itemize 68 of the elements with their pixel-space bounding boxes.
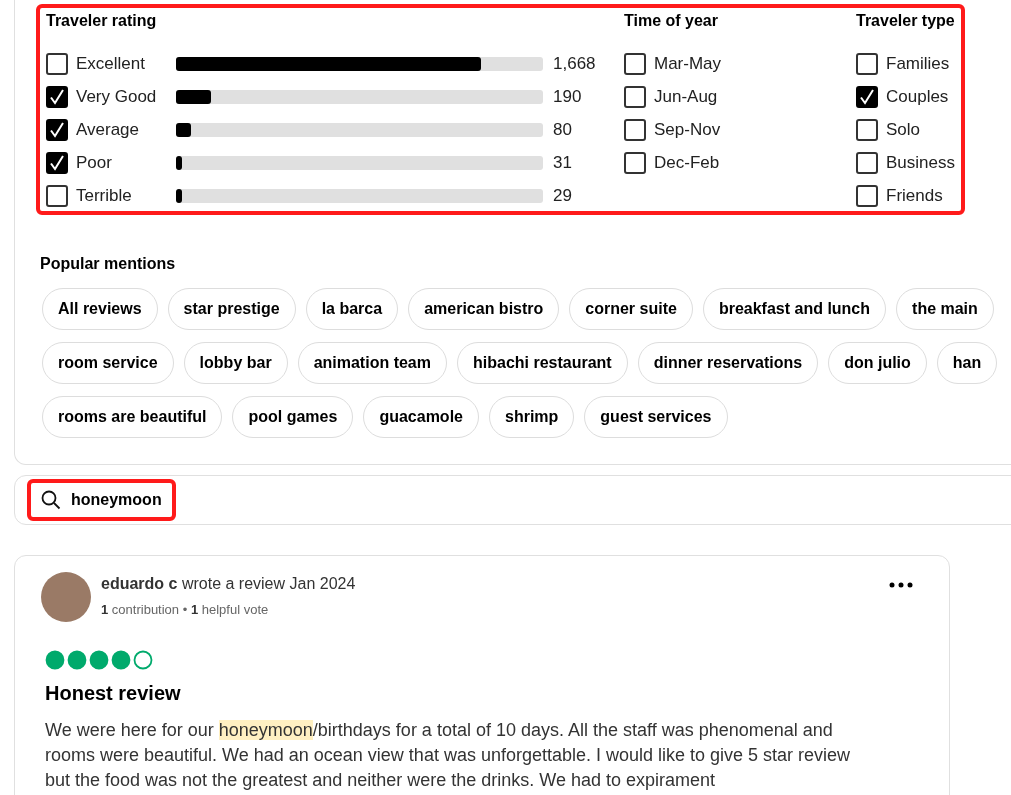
mention-chip[interactable]: All reviews xyxy=(42,288,158,330)
mention-chip[interactable]: the main xyxy=(896,288,994,330)
mention-chip[interactable]: han xyxy=(936,342,998,384)
checkbox[interactable] xyxy=(46,151,68,174)
filter-label: Families xyxy=(886,52,950,75)
checkbox[interactable] xyxy=(46,184,68,207)
mention-chip[interactable]: pool games xyxy=(232,396,354,438)
checkbox[interactable] xyxy=(624,151,646,174)
checkbox[interactable] xyxy=(624,85,646,108)
review-text: We were here for our honeymoon/birthdays for a total of 10 days. All the staff was phenomenal and rooms were beautiful. We had an ocean view that was unforgettable. I would like to give 5 star review but the food was not the greatest and neither were the drinks. We had to expirament xyxy=(45,719,852,792)
checkbox[interactable] xyxy=(856,85,878,108)
filter-label: Excellent xyxy=(76,52,145,75)
mention-chip[interactable]: lobby bar xyxy=(183,342,288,384)
checkbox[interactable] xyxy=(856,118,878,141)
filter-label: Dec-Feb xyxy=(654,151,720,174)
filter-label: Very Good xyxy=(76,85,157,108)
checkbox[interactable] xyxy=(46,85,68,108)
checkmark-icon xyxy=(49,121,65,138)
mention-chip[interactable]: breakfast and lunch xyxy=(702,288,887,330)
mention-chip[interactable]: hibachi restaurant xyxy=(457,342,628,384)
mention-chip[interactable]: shrimp xyxy=(489,396,575,438)
mention-chip[interactable]: guest services xyxy=(584,396,728,438)
mention-chip[interactable]: la barca xyxy=(305,288,399,330)
rating-count: 190 xyxy=(553,85,582,108)
checkmark-icon xyxy=(49,88,65,105)
filter-label: Solo xyxy=(886,118,921,141)
reviewer-stats: 1 contribution • 1 helpful vote xyxy=(101,601,270,619)
mention-chip[interactable]: room service xyxy=(42,342,174,384)
review-title: Honest review xyxy=(45,681,182,706)
mention-chip[interactable]: american bistro xyxy=(408,288,560,330)
checkbox[interactable] xyxy=(624,118,646,141)
rating-count: 1,668 xyxy=(553,52,596,75)
rating-count: 29 xyxy=(553,184,572,207)
mention-chip[interactable]: corner suite xyxy=(569,288,693,330)
checkmark-icon xyxy=(49,154,65,171)
filter-label: Couples xyxy=(886,85,949,108)
checkmark-icon xyxy=(859,88,875,105)
rating-count: 31 xyxy=(553,151,572,174)
mention-chip[interactable]: animation team xyxy=(297,342,447,384)
checkbox[interactable] xyxy=(46,52,68,75)
filter-label: Mar-May xyxy=(654,52,722,75)
checkbox[interactable] xyxy=(856,52,878,75)
filter-label: Sep-Nov xyxy=(654,118,721,141)
filter-label: Terrible xyxy=(76,184,132,207)
filter-label: Friends xyxy=(886,184,943,207)
search-field[interactable]: honeymoon xyxy=(27,479,176,521)
mention-chip[interactable]: guacamole xyxy=(363,396,479,438)
mention-chip[interactable]: dinner reservations xyxy=(637,342,819,384)
search-icon xyxy=(41,490,61,510)
checkbox[interactable] xyxy=(624,52,646,75)
checkbox[interactable] xyxy=(46,118,68,141)
filter-label: Jun-Aug xyxy=(654,85,718,108)
section-title: Traveler rating xyxy=(46,11,158,31)
filter-label: Average xyxy=(76,118,139,141)
filter-label: Business xyxy=(886,151,955,174)
section-title: Time of year xyxy=(624,11,719,31)
avatar xyxy=(41,572,91,622)
section-title: Traveler type xyxy=(856,11,955,31)
checkbox[interactable] xyxy=(856,184,878,207)
section-title: Popular mentions xyxy=(40,254,177,274)
mention-chip[interactable]: rooms are beautiful xyxy=(42,396,223,438)
mention-chip[interactable]: don julio xyxy=(828,342,927,384)
review-author-line: eduardo c wrote a review Jan 2024 xyxy=(101,574,357,594)
more-options-icon[interactable] xyxy=(889,582,913,588)
mention-chip[interactable]: star prestige xyxy=(167,288,296,330)
filter-label: Poor xyxy=(76,151,112,174)
checkbox[interactable] xyxy=(856,151,878,174)
rating-count: 80 xyxy=(553,118,572,141)
